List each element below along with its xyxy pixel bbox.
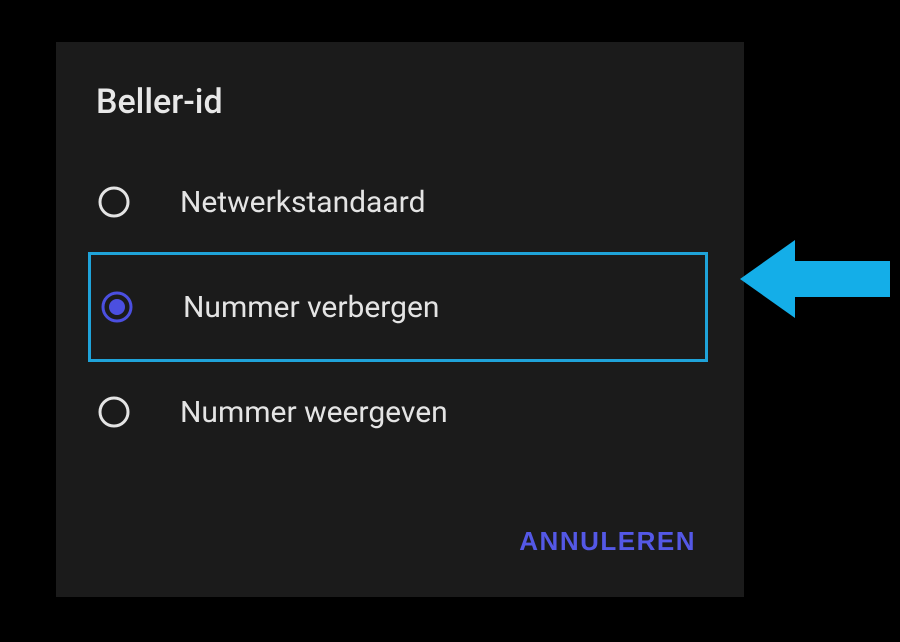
option-label: Nummer weergeven — [180, 395, 448, 430]
radio-unchecked-icon — [96, 394, 132, 430]
option-label: Netwerkstandaard — [180, 185, 426, 220]
option-show-number[interactable]: Nummer weergeven — [56, 362, 744, 462]
option-network-default[interactable]: Netwerkstandaard — [56, 152, 744, 252]
cancel-button[interactable]: ANNULEREN — [511, 516, 704, 567]
option-label: Nummer verbergen — [183, 290, 439, 325]
dialog-footer: ANNULEREN — [511, 516, 704, 567]
annotation-arrow-icon — [740, 234, 890, 328]
radio-checked-icon — [99, 289, 135, 325]
option-list: Netwerkstandaard Nummer verbergen Nummer… — [56, 152, 744, 462]
dialog-title: Beller-id — [56, 82, 744, 152]
radio-unchecked-icon — [96, 184, 132, 220]
caller-id-dialog: Beller-id Netwerkstandaard Nummer verber… — [56, 42, 744, 597]
option-hide-number[interactable]: Nummer verbergen — [88, 252, 708, 362]
